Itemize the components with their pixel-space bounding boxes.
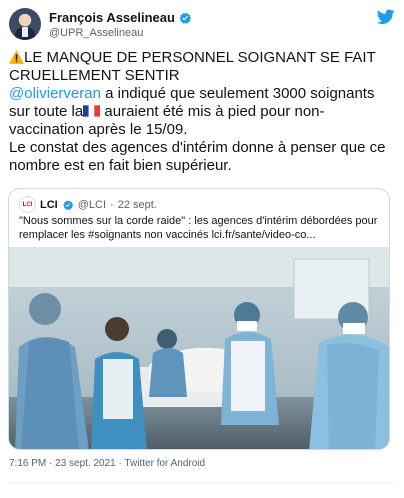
twitter-bird-icon[interactable]	[377, 9, 395, 25]
tweet-text: LE MANQUE DE PERSONNEL SOIGNANT SE FAIT …	[9, 49, 397, 175]
tweet-line-1: LE MANQUE DE PERSONNEL SOIGNANT SE FAIT …	[9, 49, 397, 85]
tweet-time[interactable]: 7:16 PM	[9, 458, 46, 469]
quoted-tweet-text: "Nous sommes sur la corde raide" : les a…	[19, 215, 378, 241]
tweet-footer: 7:16 PM · 23 sept. 2021 · Twitter for An…	[9, 458, 205, 469]
lci-logo: L CI	[19, 196, 36, 213]
tweet-headline: LE MANQUE DE PERSONNEL SOIGNANT SE FAIT …	[9, 49, 376, 84]
verified-badge-icon	[179, 12, 192, 24]
quoted-date[interactable]: 22 sept.	[118, 199, 157, 211]
quoted-tweet-header: L CI LCI @LCI · 22 sept.	[19, 196, 157, 213]
tweet-line-3: Le constat des agences d'intérim donne à…	[9, 139, 386, 174]
divider	[8, 482, 396, 483]
quoted-separator: ·	[110, 198, 114, 211]
author-display-name[interactable]: François Asselineau	[49, 10, 175, 25]
mention-link[interactable]: @olivierveran	[9, 85, 101, 102]
tweet-source[interactable]: Twitter for Android	[124, 458, 205, 469]
quoted-tweet-card[interactable]: L CI LCI @LCI · 22 sept. "Nous sommes sur…	[8, 188, 390, 450]
author-name-row[interactable]: François Asselineau	[49, 10, 192, 25]
author-handle[interactable]: @UPR_Asselineau	[49, 27, 143, 39]
quoted-verified-badge-icon	[62, 200, 73, 210]
avatar-shirt	[22, 27, 28, 37]
medical-staff-photo[interactable]	[9, 247, 390, 450]
tweet-header: François Asselineau @UPR_Asselineau	[9, 8, 395, 42]
warning-icon	[9, 50, 24, 64]
tweet-line-2: @olivierveran a indiqué que seulement 30…	[9, 85, 397, 139]
tweet-date[interactable]: 23 sept. 2021	[55, 458, 116, 469]
quoted-author-handle[interactable]: @LCI	[78, 199, 106, 211]
quoted-author-name[interactable]: LCI	[40, 199, 58, 211]
french-flag-icon	[83, 105, 101, 117]
author-avatar[interactable]	[9, 8, 41, 40]
